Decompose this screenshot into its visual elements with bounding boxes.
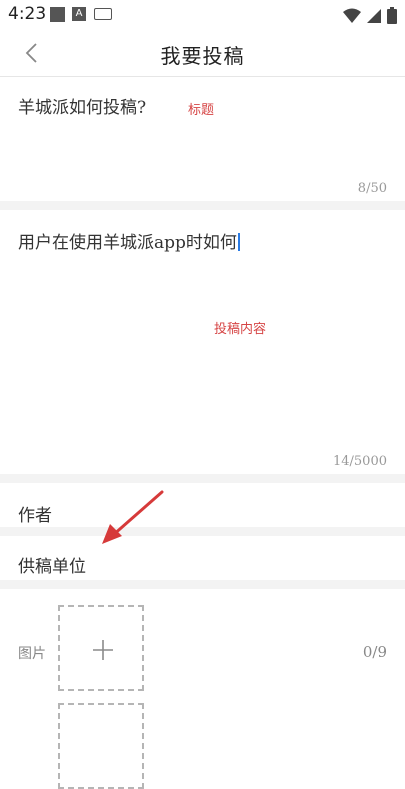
divider bbox=[0, 580, 405, 589]
unit-placeholder: 供稿单位 bbox=[18, 557, 86, 577]
content-annotation: 投稿内容 bbox=[214, 322, 267, 337]
status-bar: 4:23 A bbox=[0, 0, 405, 28]
title-input-value[interactable]: 羊城派如何投稿? bbox=[18, 93, 146, 118]
app-header: 我要投稿 bbox=[0, 28, 405, 77]
battery-icon bbox=[387, 7, 397, 24]
content-counter: 14/5000 bbox=[332, 454, 387, 469]
unit-field[interactable]: 供稿单位 bbox=[0, 536, 405, 580]
add-image-button[interactable] bbox=[58, 605, 144, 691]
plus-icon bbox=[93, 640, 113, 660]
signal-icon bbox=[366, 8, 381, 23]
page-title: 我要投稿 bbox=[160, 44, 245, 68]
divider bbox=[0, 201, 405, 210]
a-badge-icon: A bbox=[72, 7, 86, 21]
title-counter: 8/50 bbox=[357, 181, 387, 196]
title-field[interactable]: 羊城派如何投稿? 标题 8/50 bbox=[0, 77, 405, 201]
wifi-icon bbox=[342, 8, 361, 23]
content-field[interactable]: 用户在使用羊城派app时如何 投稿内容 14/5000 bbox=[0, 210, 405, 474]
image-label: 图片 bbox=[18, 646, 46, 662]
image-section: 图片 0/9 bbox=[0, 589, 405, 789]
keyboard-icon bbox=[94, 8, 112, 20]
divider bbox=[0, 527, 405, 536]
content-input-value: 用户在使用羊城派app时如何 bbox=[18, 233, 237, 253]
title-annotation: 标题 bbox=[188, 103, 215, 118]
author-placeholder: 作者 bbox=[18, 506, 52, 526]
status-icons bbox=[342, 5, 397, 24]
status-time: 4:23 bbox=[8, 4, 47, 24]
image-slot[interactable] bbox=[58, 703, 144, 789]
author-field[interactable]: 作者 bbox=[0, 483, 405, 527]
content-input[interactable]: 用户在使用羊城派app时如何 bbox=[18, 228, 240, 253]
image-count: 0/9 bbox=[362, 643, 387, 661]
text-caret bbox=[237, 233, 240, 251]
divider bbox=[0, 474, 405, 483]
red-arrow-annotation bbox=[102, 490, 164, 544]
notification-icon bbox=[50, 7, 65, 22]
